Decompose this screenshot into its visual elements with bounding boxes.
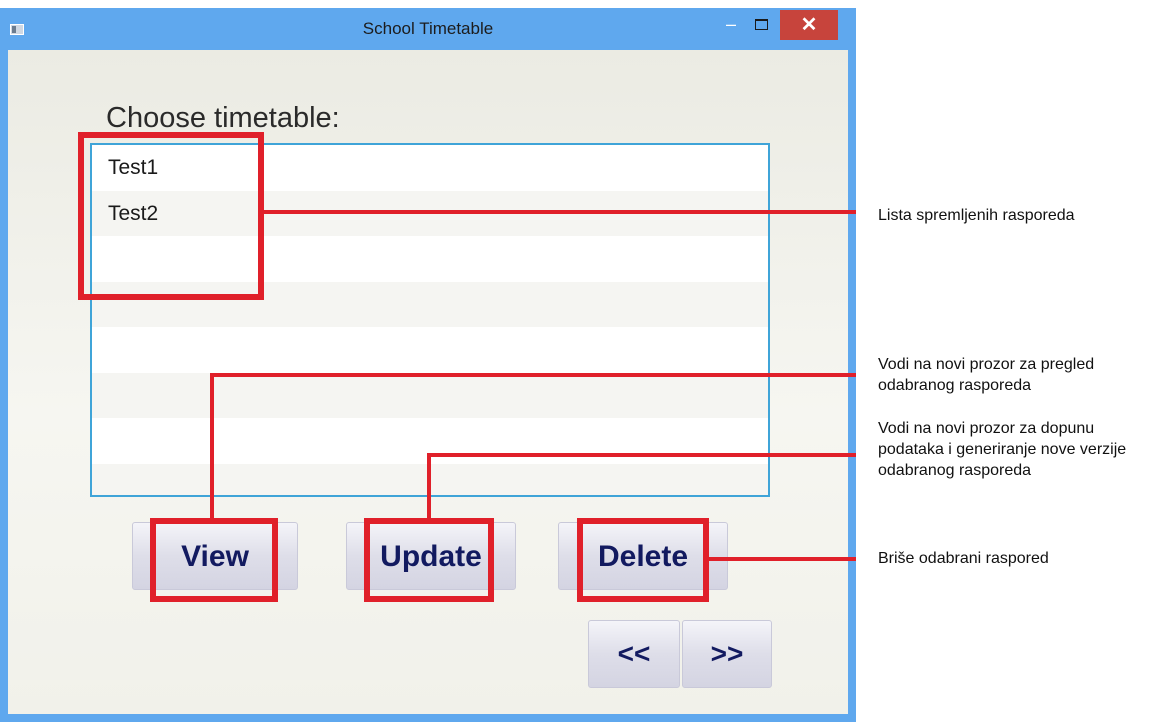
view-connector-vertical	[210, 373, 214, 519]
maximize-button[interactable]	[748, 14, 774, 40]
choose-timetable-label: Choose timetable:	[106, 102, 340, 134]
minimize-button[interactable]: –	[718, 14, 744, 40]
delete-annotation: Briše odabrani raspored	[878, 550, 1049, 567]
view-connector-horizontal	[210, 373, 856, 377]
app-window: School Timetable – ✕ Choose timetable: T…	[0, 8, 856, 722]
close-button[interactable]: ✕	[780, 10, 838, 40]
list-item[interactable]	[92, 372, 768, 418]
title-bar[interactable]: School Timetable – ✕	[0, 8, 856, 50]
update-highlight-box	[364, 518, 494, 602]
update-connector-vertical	[427, 453, 431, 519]
delete-highlight-box	[577, 518, 709, 602]
list-connector-line	[264, 210, 856, 214]
list-highlight-box	[78, 132, 264, 300]
delete-connector-line	[709, 557, 856, 561]
update-connector-horizontal	[427, 453, 856, 457]
list-annotation: Lista spremljenih rasporeda	[878, 207, 1075, 224]
view-highlight-box	[150, 518, 278, 602]
next-button[interactable]: >>	[682, 620, 772, 688]
update-annotation: Vodi na novi prozor za dopunu podataka i…	[878, 420, 1127, 479]
view-annotation: Vodi na novi prozor za pregled odabranog…	[878, 356, 1095, 394]
list-item[interactable]	[92, 327, 768, 373]
previous-button[interactable]: <<	[588, 620, 680, 688]
